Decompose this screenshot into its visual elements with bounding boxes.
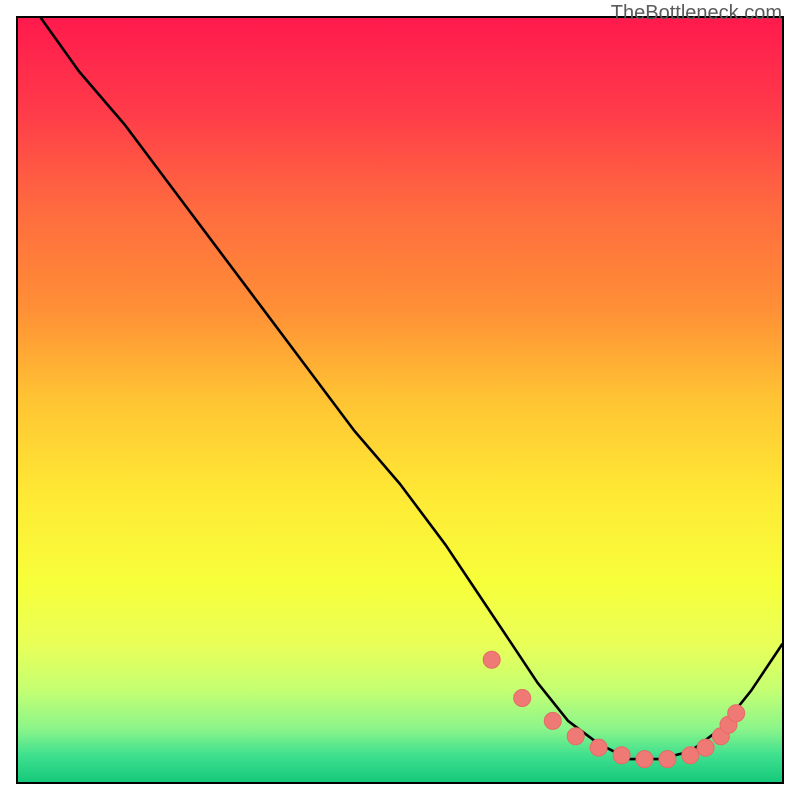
chart-frame [16, 16, 784, 784]
optimal-point [728, 705, 745, 722]
optimal-point [659, 751, 676, 768]
optimal-point [483, 651, 500, 668]
optimal-point [697, 739, 714, 756]
chart-background [18, 18, 782, 782]
watermark-label: TheBottleneck.com [611, 2, 782, 25]
chart-svg [18, 18, 782, 782]
optimal-point [544, 712, 561, 729]
optimal-point [636, 751, 653, 768]
optimal-point [567, 728, 584, 745]
optimal-point [682, 747, 699, 764]
optimal-point [613, 747, 630, 764]
optimal-point [514, 690, 531, 707]
optimal-point [590, 739, 607, 756]
